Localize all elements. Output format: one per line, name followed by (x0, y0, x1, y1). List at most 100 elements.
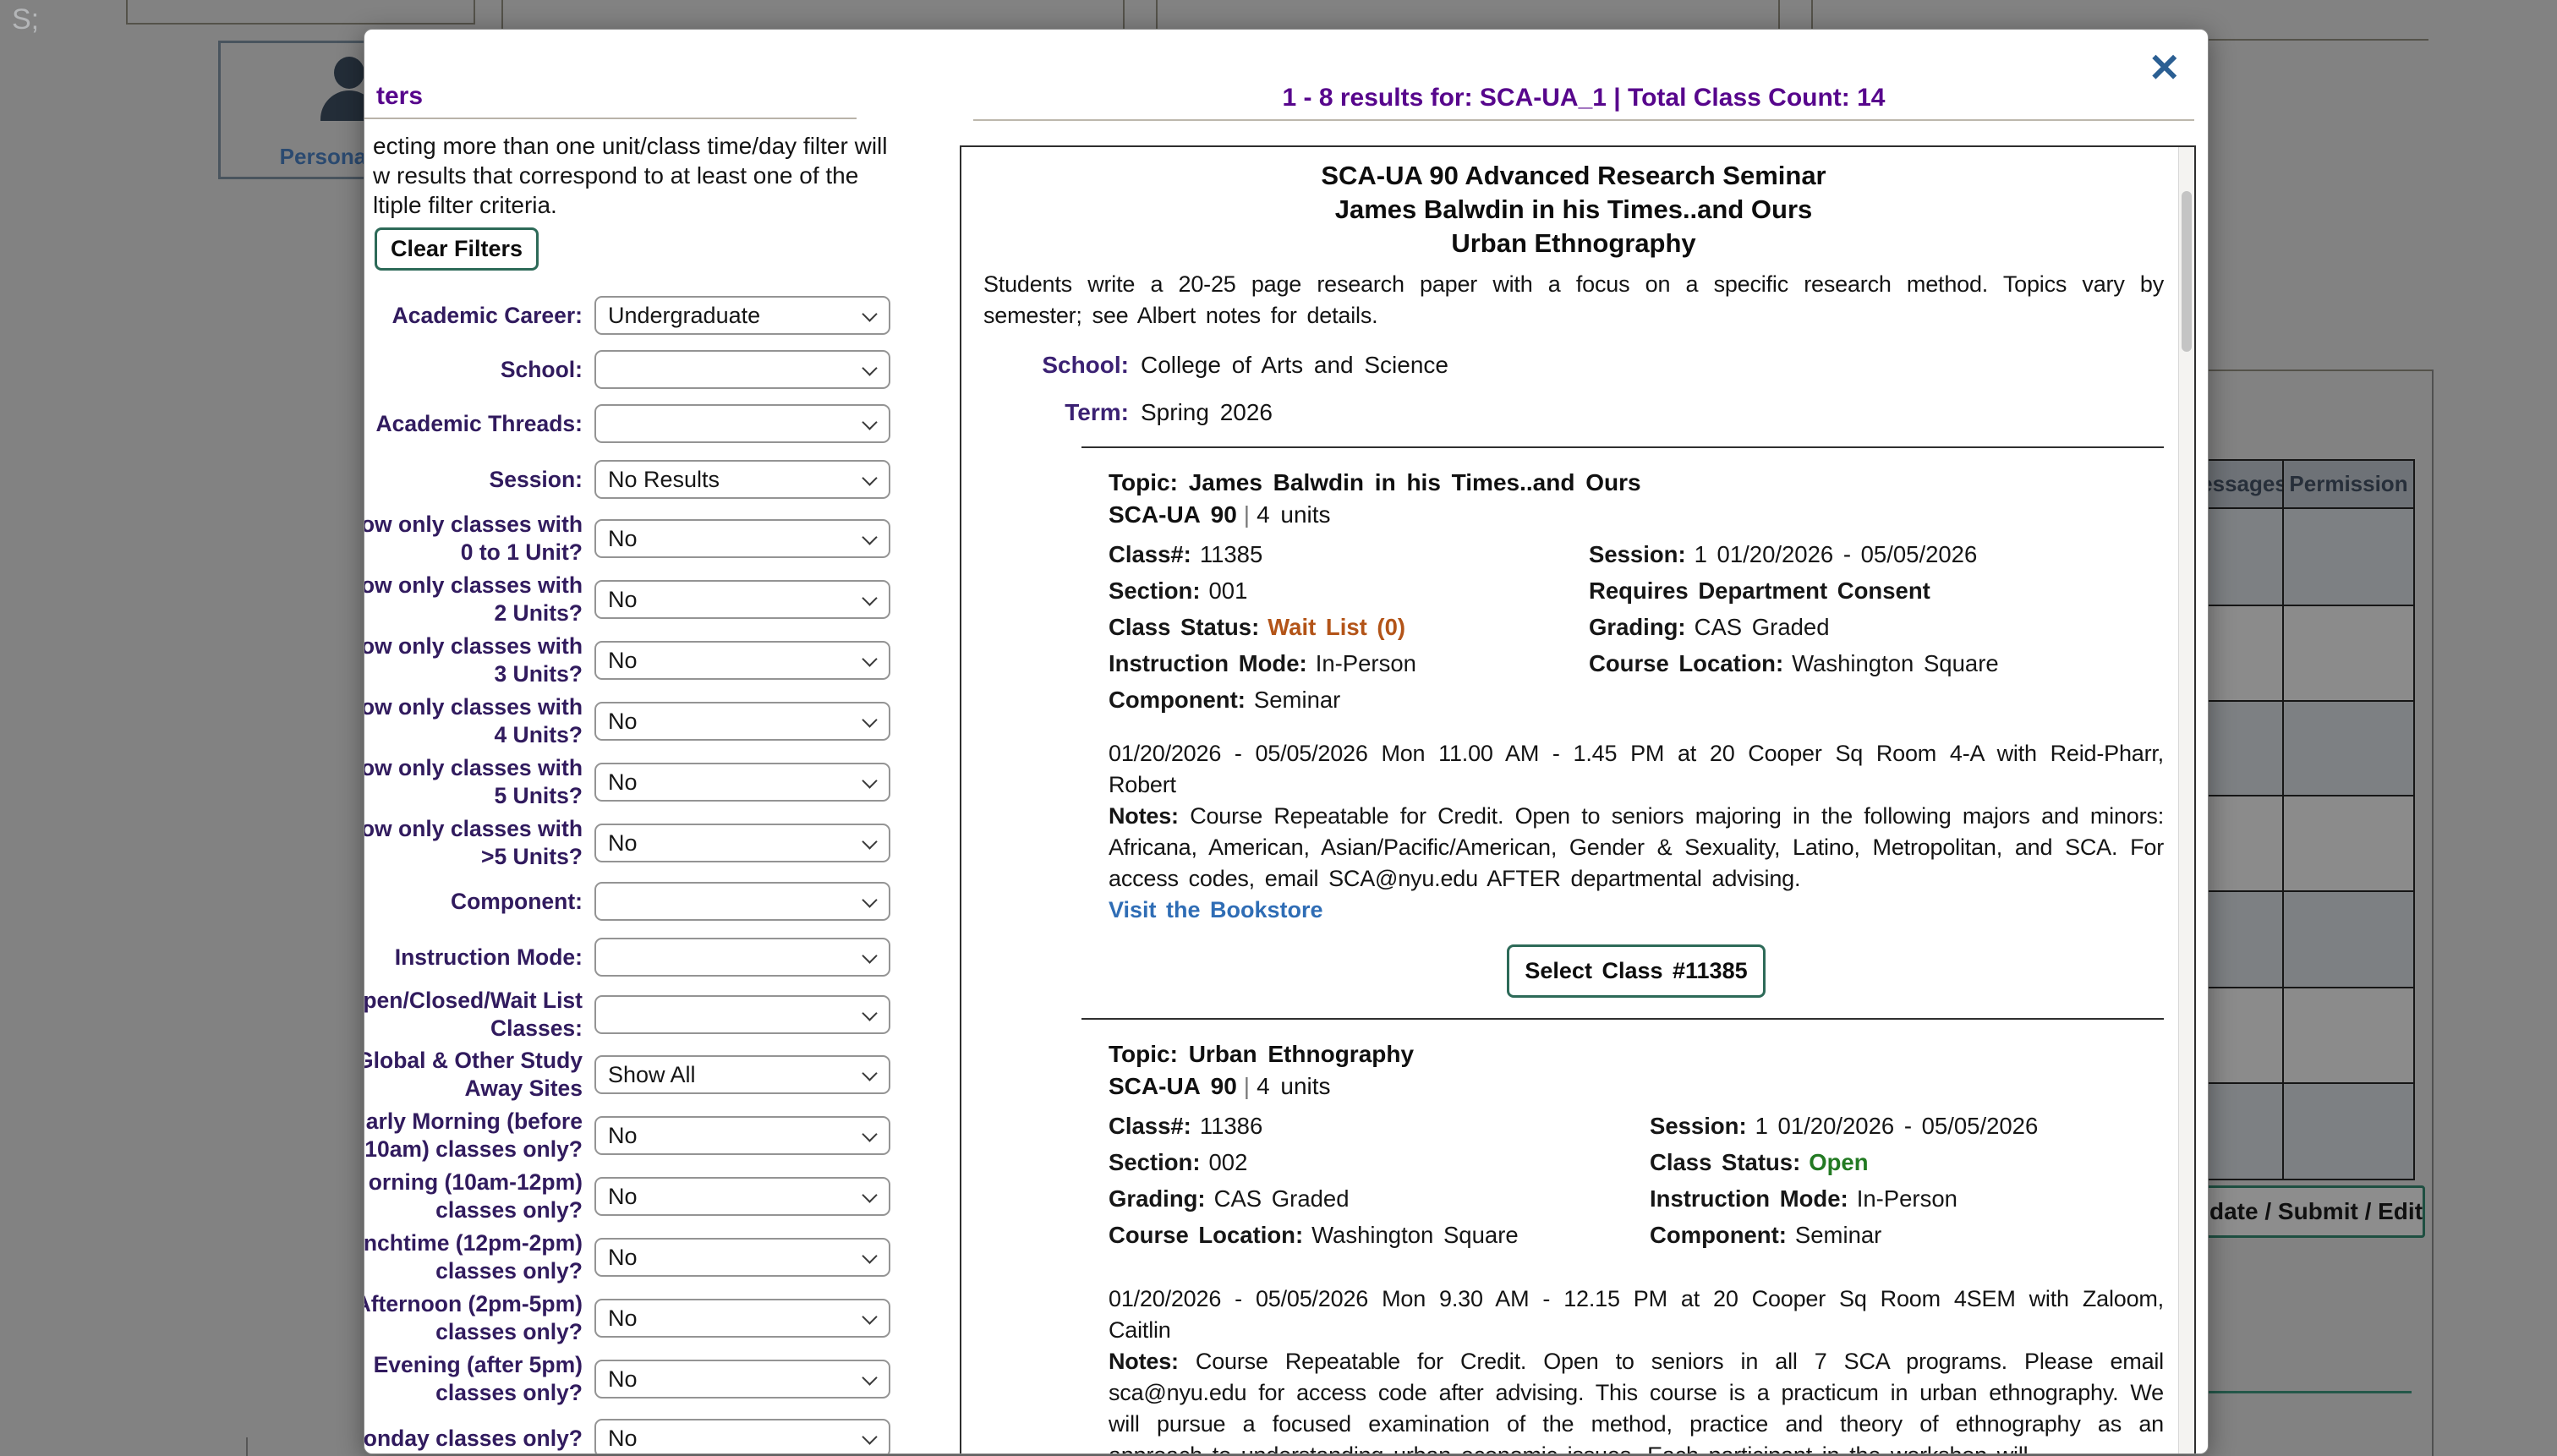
class-result-11386: Topic: Urban Ethnography SCA-UA 90|4 uni… (1109, 1038, 2164, 1454)
filter-label: Afternoon (2pm-5pm) classes only? (364, 1290, 583, 1346)
filter-row-academic-career: Academic Career: Undergraduate (364, 288, 933, 342)
term-value: Spring 2026 (1141, 399, 1273, 425)
term-label: Term: (983, 399, 1129, 426)
filter-label: arly Morning (before 10am) classes only? (364, 1108, 583, 1163)
school-value: College of Arts and Science (1141, 352, 1448, 378)
afternoon-select[interactable]: No (594, 1299, 890, 1338)
results-content: SCA-UA 90 Advanced Research Seminar Jame… (983, 147, 2164, 1454)
select-class-11385-button[interactable]: Select Class #11385 (1507, 944, 1765, 998)
chevron-down-icon (862, 892, 877, 907)
monday-select[interactable]: No (594, 1419, 890, 1454)
screen: S; Personal Info essages Permission date… (0, 0, 2557, 1456)
course-title-line: Urban Ethnography (983, 227, 2164, 260)
detail-row-consent: Requires Department Consent (1589, 572, 2164, 609)
chevron-down-icon (862, 948, 877, 963)
morning-select[interactable]: No (594, 1177, 890, 1216)
filter-row-instruction-mode: Instruction Mode: (364, 929, 933, 985)
filter-row-monday: onday classes only? No (364, 1409, 933, 1454)
filter-label: Academic Threads: (364, 410, 583, 438)
bg-box-border (1156, 0, 1158, 29)
class-detail-grid: Class#:11386 Section:002 Grading:CAS Gra… (1109, 1108, 2164, 1253)
filter-row-early-morning: arly Morning (before 10am) classes only?… (364, 1105, 933, 1166)
chevron-down-icon (862, 360, 877, 375)
detail-row-class-status: Class Status:Open (1650, 1144, 2164, 1180)
school-select[interactable] (594, 350, 890, 389)
course-title-block: SCA-UA 90 Advanced Research Seminar Jame… (983, 159, 2164, 260)
filter-row-session: Session: No Results (364, 451, 933, 508)
filter-row-evening: Evening (after 5pm) classes only? No (364, 1349, 933, 1409)
units-2-select[interactable]: No (594, 580, 890, 619)
instruction-mode-select[interactable] (594, 938, 890, 977)
bookstore-link[interactable]: Visit the Bookstore (1109, 895, 2164, 926)
table-row (2205, 606, 2415, 702)
class-notes: Notes: Course Repeatable for Credit. Ope… (1109, 1346, 2164, 1454)
academic-career-select[interactable]: Undergraduate (594, 296, 890, 335)
course-title-line: James Balwdin in his Times..and Ours (983, 193, 2164, 227)
term-row: Term: Spring 2026 (983, 399, 2164, 426)
class-result-11385: Topic: James Balwdin in his Times..and O… (1109, 467, 2164, 998)
filter-row-units-0-1: ow only classes with 0 to 1 Unit? No (364, 508, 933, 569)
filter-row-school: School: (364, 342, 933, 397)
filter-label: ow only classes with 5 Units? (364, 754, 583, 810)
topic-line: Topic: James Balwdin in his Times..and O… (1109, 467, 2164, 499)
detail-row: Class#:11385 (1109, 536, 1589, 572)
chevron-down-icon (862, 414, 877, 430)
detail-row: Component:Seminar (1109, 681, 1589, 718)
filter-pane: ters ecting more than one unit/class tim… (364, 30, 933, 1453)
background-table: essages Permission (2204, 459, 2415, 1180)
detail-row: Grading:CAS Graded (1109, 1180, 1650, 1217)
class-notes: Notes: Course Repeatable for Credit. Ope… (1109, 801, 2164, 895)
units-0-1-select[interactable]: No (594, 519, 890, 558)
clear-filters-button[interactable]: Clear Filters (375, 227, 539, 271)
detail-row: Session:1 01/20/2026 - 05/05/2026 (1650, 1108, 2164, 1144)
table-row (2205, 509, 2415, 606)
filter-row-component: Component: (364, 873, 933, 929)
meeting-pattern: 01/20/2026 - 05/05/2026 Mon 9.30 AM - 12… (1109, 1284, 2164, 1346)
filter-row-units-4: ow only classes with 4 Units? No (364, 691, 933, 752)
detail-row: Instruction Mode:In-Person (1650, 1180, 2164, 1217)
early-morning-select[interactable]: No (594, 1116, 890, 1155)
filter-label: Evening (after 5pm) classes only? (364, 1351, 583, 1407)
filter-label: Session: (364, 466, 583, 494)
table-header-permission: Permission (2284, 461, 2415, 507)
meeting-pattern: 01/20/2026 - 05/05/2026 Mon 11.00 AM - 1… (1109, 738, 2164, 801)
course-code-line: SCA-UA 90|4 units (1109, 499, 2164, 531)
results-pane: 1 - 8 results for: SCA-UA_1 | Total Clas… (960, 30, 2208, 1453)
units-gt5-select[interactable]: No (594, 824, 890, 862)
update-submit-edit-button[interactable]: date / Submit / Edit (2204, 1185, 2425, 1238)
detail-row: Instruction Mode:In-Person (1109, 645, 1589, 681)
lunchtime-select[interactable]: No (594, 1238, 890, 1277)
evening-select[interactable]: No (594, 1360, 890, 1399)
units-3-select[interactable]: No (594, 641, 890, 680)
course-code-line: SCA-UA 90|4 units (1109, 1070, 2164, 1103)
detail-row: Component:Seminar (1650, 1217, 2164, 1253)
bg-box-border (2207, 39, 2428, 41)
table-row (2205, 796, 2415, 892)
study-away-select[interactable]: Show All (594, 1055, 890, 1094)
filter-row-lunchtime: nchtime (12pm-2pm) classes only? No (364, 1227, 933, 1288)
scrollbar[interactable] (2178, 147, 2194, 1454)
status-badge: Wait List (0) (1268, 614, 1405, 640)
results-header-clip: 1 - 8 results for: SCA-UA_1 | Total Clas… (960, 85, 2208, 118)
academic-threads-select[interactable] (594, 404, 890, 443)
filter-label: pen/Closed/Wait List Classes: (364, 987, 583, 1043)
table-row (2205, 1084, 2415, 1180)
course-title-line: SCA-UA 90 Advanced Research Seminar (983, 159, 2164, 193)
open-closed-waitlist-select[interactable] (594, 995, 890, 1034)
bg-box-border (1123, 0, 1125, 29)
session-select[interactable]: No Results (594, 460, 890, 499)
bg-box-border (126, 0, 128, 23)
component-select[interactable] (594, 882, 890, 921)
topic-line: Topic: Urban Ethnography (1109, 1038, 2164, 1070)
units-5-select[interactable]: No (594, 763, 890, 802)
filter-label: Component: (364, 888, 583, 916)
scrollbar-thumb[interactable] (2182, 191, 2192, 352)
filter-label: Global & Other Study Away Sites (364, 1047, 583, 1103)
detail-row: Session:1 01/20/2026 - 05/05/2026 (1589, 536, 2164, 572)
bg-button-edge (2204, 1391, 2412, 1393)
filter-row-morning: orning (10am-12pm) classes only? No (364, 1166, 933, 1227)
chevron-down-icon (862, 1005, 877, 1021)
filter-label: Instruction Mode: (364, 944, 583, 972)
bg-box-border (126, 23, 475, 25)
units-4-select[interactable]: No (594, 702, 890, 741)
